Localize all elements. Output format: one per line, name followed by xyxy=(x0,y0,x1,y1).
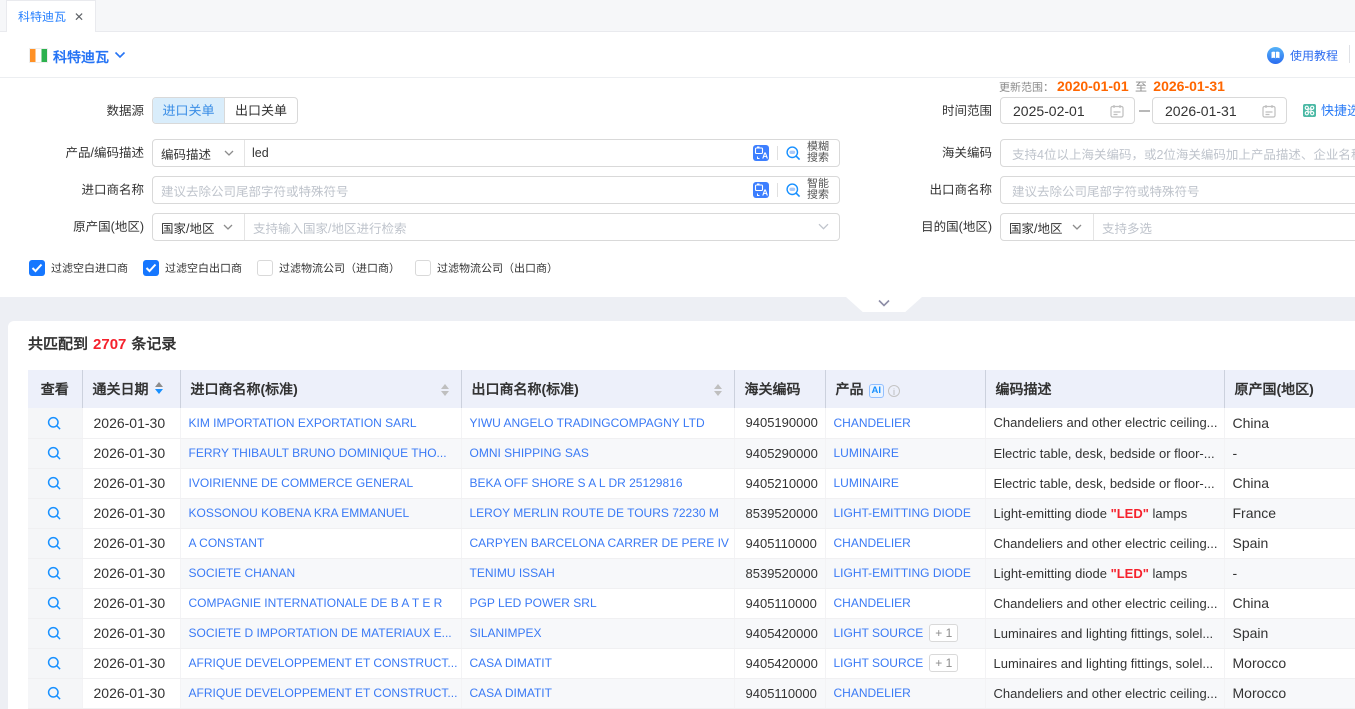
svg-text:A: A xyxy=(762,151,768,161)
svg-text:A: A xyxy=(762,188,768,198)
